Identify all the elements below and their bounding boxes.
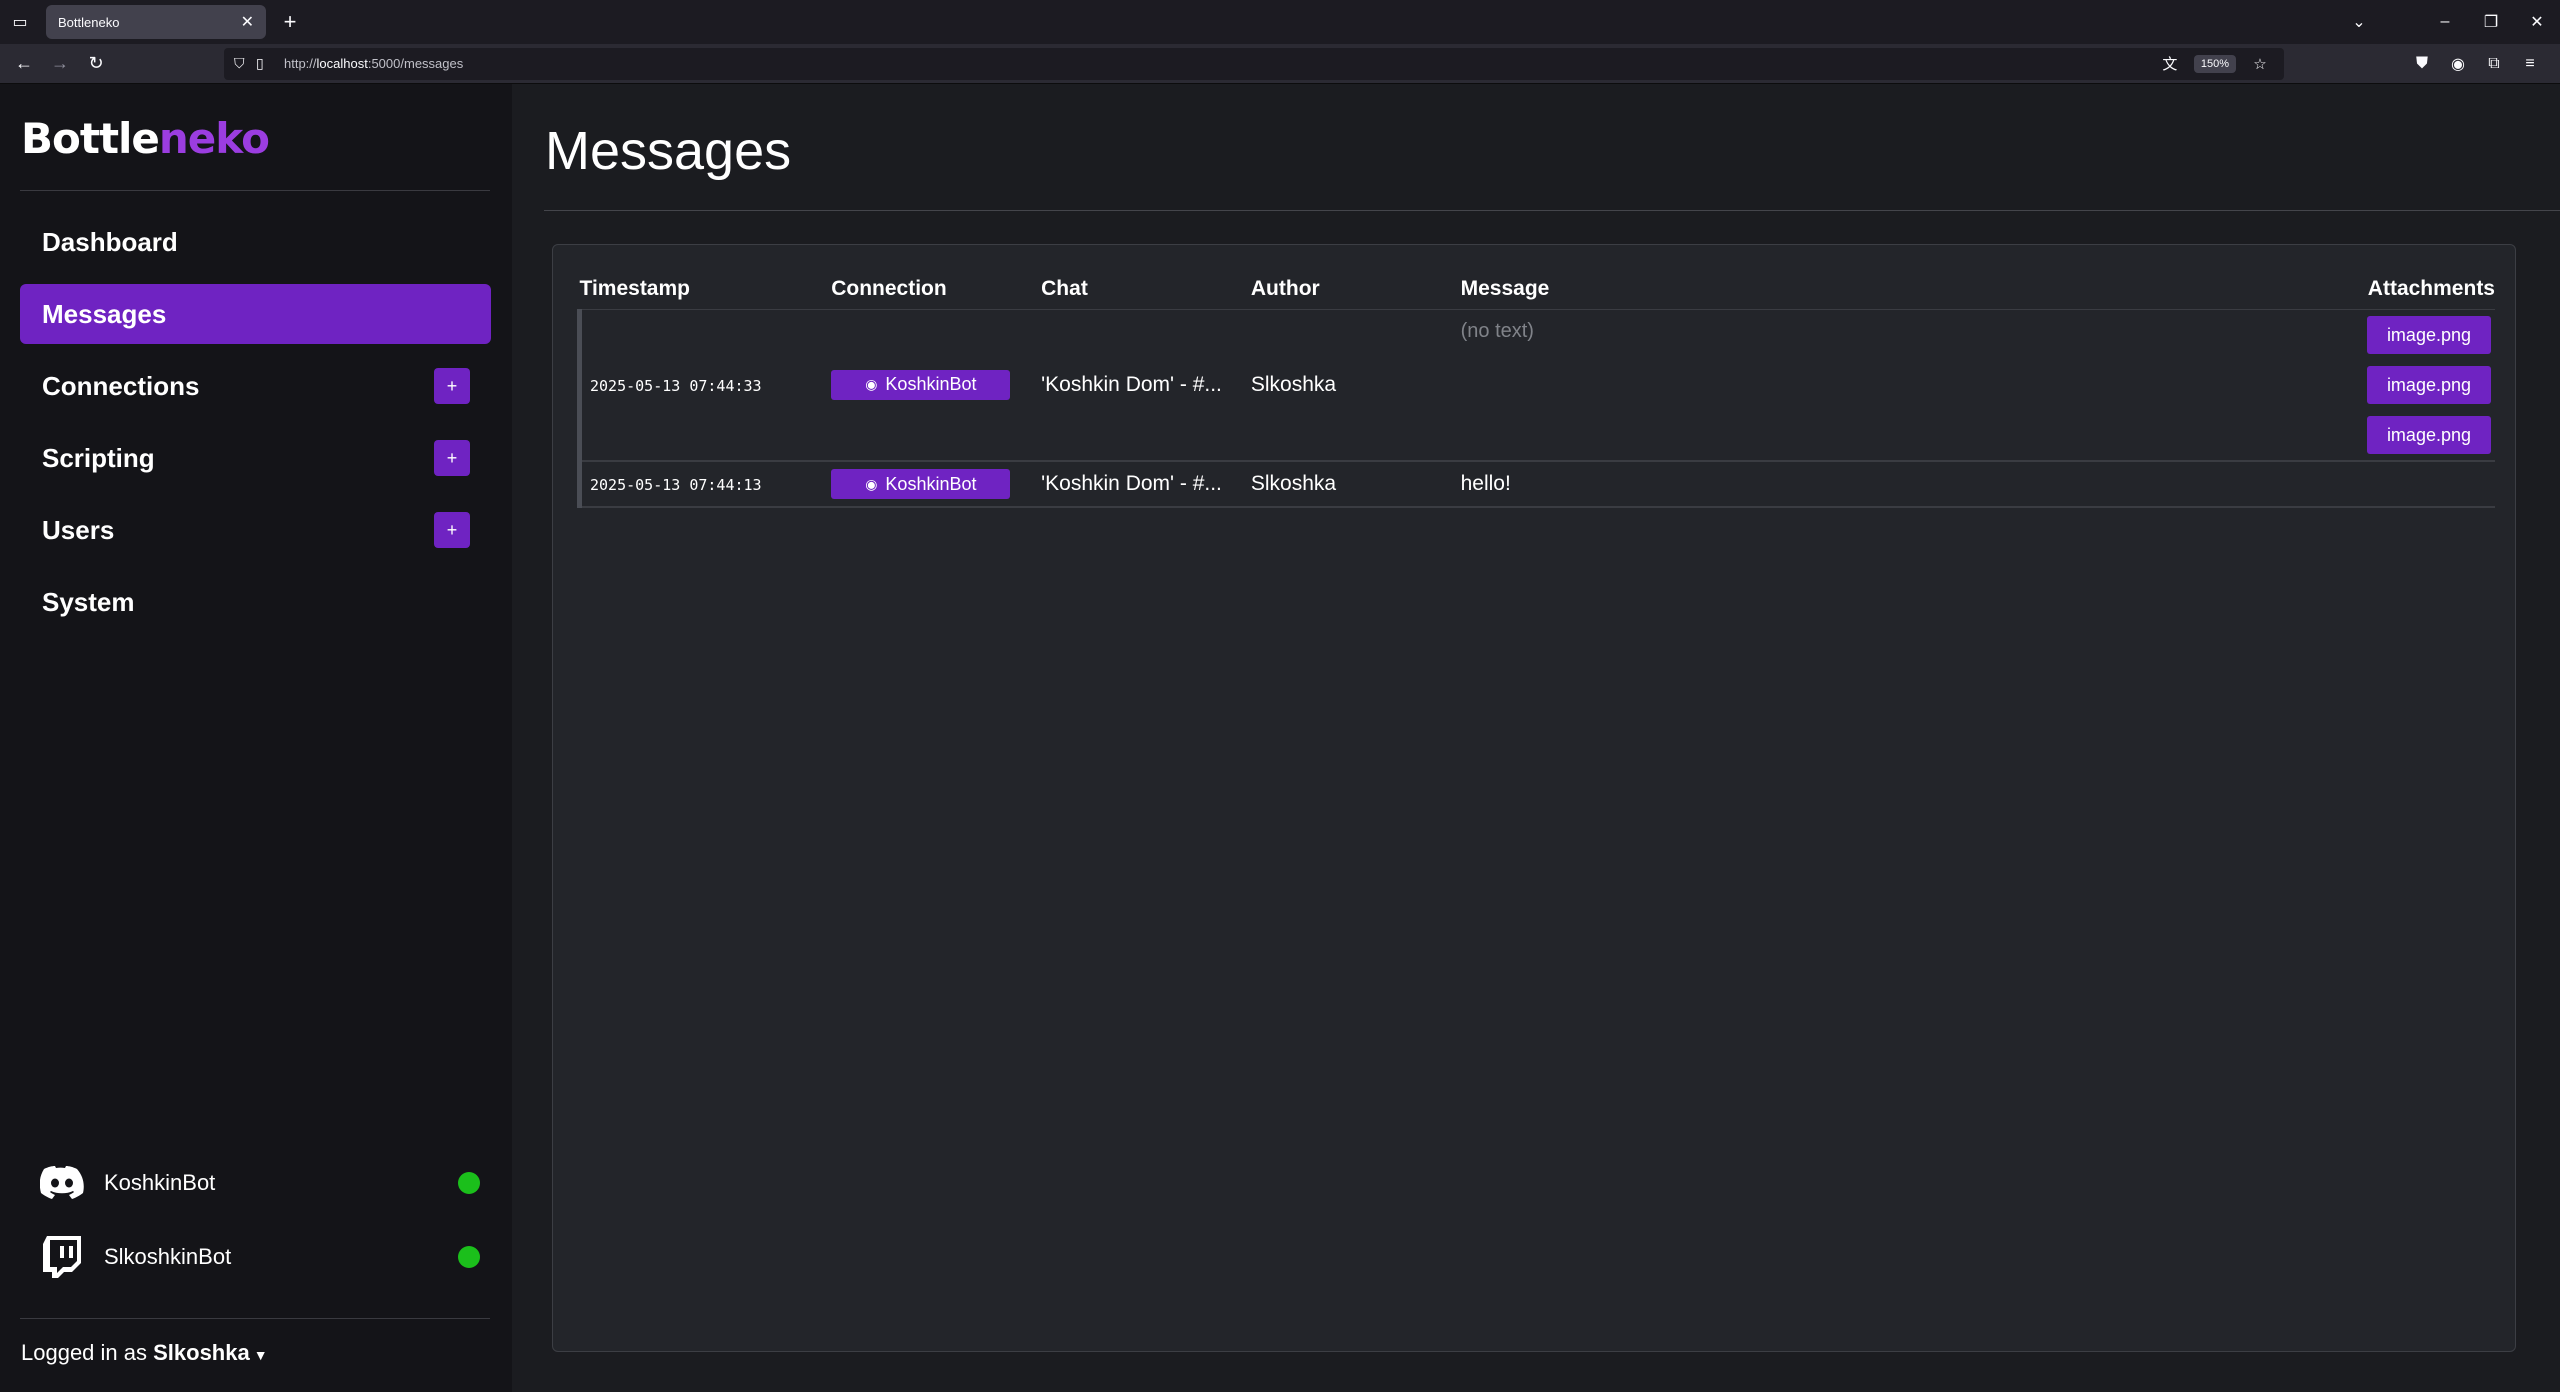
- messages-card: Timestamp Connection Chat Author Message…: [552, 244, 2516, 1352]
- attachment-button[interactable]: image.png: [2366, 365, 2491, 404]
- discord-icon: ◉: [865, 475, 878, 492]
- pocket-icon[interactable]: ⛊: [2404, 55, 2440, 73]
- timestamp-cell: 2025-05-13 07:44:33: [577, 309, 832, 462]
- online-status-dot: [458, 1246, 480, 1268]
- header-message[interactable]: Message: [1460, 269, 2260, 310]
- close-window-icon[interactable]: ✕: [2514, 12, 2560, 32]
- translate-icon[interactable]: ⽂: [2156, 53, 2184, 74]
- header-attachments[interactable]: Attachments: [2259, 269, 2495, 310]
- connection-name: KoshkinBot: [104, 1170, 216, 1195]
- messages-table: Timestamp Connection Chat Author Message…: [577, 269, 2495, 508]
- timestamp-cell: 2025-05-13 07:44:13: [577, 461, 832, 508]
- restore-icon[interactable]: ❐: [2468, 12, 2514, 32]
- browser-navbar: ← → ↻ ⛉ ▯ http://localhost:5000/messages…: [0, 44, 2560, 84]
- table-header-row: Timestamp Connection Chat Author Message…: [579, 269, 2495, 310]
- new-tab-icon[interactable]: +: [274, 6, 306, 38]
- add-user-button[interactable]: +: [434, 512, 470, 548]
- discord-icon: ◉: [865, 376, 878, 393]
- table-row[interactable]: 2025-05-13 07:44:33 ◉ KoshkinBot 'Koshkin…: [577, 309, 2495, 462]
- table-row[interactable]: 2025-05-13 07:44:13 ◉ KoshkinBot 'Koshkin…: [577, 461, 2495, 508]
- add-script-button[interactable]: +: [434, 440, 470, 476]
- connection-name: SlkoshkinBot: [104, 1244, 232, 1269]
- author-cell: Slkoshka: [1250, 309, 1461, 462]
- header-chat[interactable]: Chat: [1041, 269, 1251, 310]
- browser-tabbar: ▭ Bottleneko ✕ + ⌄ – ❐ ✕: [0, 0, 2560, 44]
- connection-badge[interactable]: ◉ KoshkinBot: [831, 469, 1011, 499]
- bookmark-star-icon[interactable]: ☆: [2246, 55, 2274, 73]
- attachments-cell: image.png image.png image.png: [2259, 309, 2495, 462]
- back-icon[interactable]: ←: [6, 48, 42, 80]
- close-tab-icon[interactable]: ✕: [241, 12, 254, 32]
- chat-cell: 'Koshkin Dom' - #...: [1041, 461, 1251, 508]
- chevron-down-icon[interactable]: ⌄: [2336, 12, 2382, 32]
- username: Slkoshka: [153, 1340, 250, 1365]
- tab-title: Bottleneko: [58, 14, 120, 30]
- minimize-icon[interactable]: –: [2422, 13, 2468, 31]
- app: Bottleneko Dashboard Messages Connection…: [0, 84, 2560, 1392]
- connection-cell: ◉ KoshkinBot: [831, 461, 1042, 508]
- attachment-button[interactable]: image.png: [2366, 315, 2491, 354]
- connection-badge[interactable]: ◉ KoshkinBot: [831, 369, 1011, 400]
- connection-status-item[interactable]: SlkoshkinBot: [40, 1220, 480, 1294]
- sidebar-item-messages[interactable]: Messages: [20, 284, 491, 344]
- extensions-icon[interactable]: ⧉: [2476, 55, 2512, 73]
- online-status-dot: [458, 1172, 480, 1194]
- shield-icon[interactable]: ⛉: [234, 55, 256, 72]
- message-cell: hello!: [1460, 461, 2260, 508]
- user-menu[interactable]: Logged in as Slkoshka ▼: [21, 1340, 268, 1366]
- sidebar-item-dashboard[interactable]: Dashboard: [20, 212, 491, 272]
- zoom-level[interactable]: 150%: [2193, 54, 2236, 73]
- attachment-button[interactable]: image.png: [2366, 415, 2491, 454]
- url-bar[interactable]: ⛉ ▯ http://localhost:5000/messages ⽂ 150…: [224, 47, 2284, 80]
- url-text[interactable]: http://localhost:5000/messages: [284, 56, 2156, 71]
- toolbar-right: ⛊ ◉ ⧉ ≡: [2404, 54, 2548, 74]
- sidebar-divider: [20, 1318, 490, 1319]
- page-title: Messages: [545, 121, 792, 181]
- header-connection[interactable]: Connection: [831, 269, 1042, 310]
- forward-icon[interactable]: →: [42, 48, 78, 80]
- connection-status-list: KoshkinBot SlkoshkinBot: [40, 1146, 480, 1294]
- add-connection-button[interactable]: +: [434, 368, 470, 404]
- connection-status-item[interactable]: KoshkinBot: [40, 1146, 480, 1220]
- author-cell: Slkoshka: [1250, 461, 1461, 508]
- no-text-label: (no text): [1460, 319, 1534, 342]
- attachments-cell: [2259, 461, 2495, 508]
- browser-tab[interactable]: Bottleneko ✕: [46, 5, 266, 39]
- header-author[interactable]: Author: [1250, 269, 1461, 310]
- twitch-icon: [40, 1235, 84, 1279]
- title-divider: [544, 210, 2560, 211]
- sidebar-item-connections[interactable]: Connections +: [20, 356, 491, 416]
- connection-cell: ◉ KoshkinBot: [831, 309, 1042, 462]
- sidebar-divider: [20, 190, 490, 191]
- menu-icon[interactable]: ≡: [2512, 55, 2548, 73]
- sidebar: Bottleneko Dashboard Messages Connection…: [0, 84, 512, 1392]
- brand-logo[interactable]: Bottleneko: [21, 114, 270, 163]
- caret-down-icon: ▼: [253, 1347, 268, 1363]
- chat-cell: 'Koshkin Dom' - #...: [1041, 309, 1251, 462]
- main-content: Messages Timestamp Connection Chat Autho…: [512, 84, 2560, 1392]
- header-timestamp[interactable]: Timestamp: [579, 269, 832, 310]
- sidebar-item-users[interactable]: Users +: [20, 500, 491, 560]
- tab-list-icon[interactable]: ▭: [0, 0, 40, 44]
- sidebar-nav: Dashboard Messages Connections + Scriptin…: [20, 212, 491, 644]
- reload-icon[interactable]: ↻: [78, 48, 114, 80]
- sidebar-item-scripting[interactable]: Scripting +: [20, 428, 491, 488]
- page-icon[interactable]: ▯: [256, 55, 278, 72]
- window-controls: ⌄ – ❐ ✕: [2336, 0, 2560, 44]
- discord-icon: [40, 1161, 84, 1205]
- sidebar-item-system[interactable]: System: [20, 572, 491, 632]
- message-cell: (no text): [1460, 309, 2260, 462]
- account-icon[interactable]: ◉: [2440, 54, 2476, 74]
